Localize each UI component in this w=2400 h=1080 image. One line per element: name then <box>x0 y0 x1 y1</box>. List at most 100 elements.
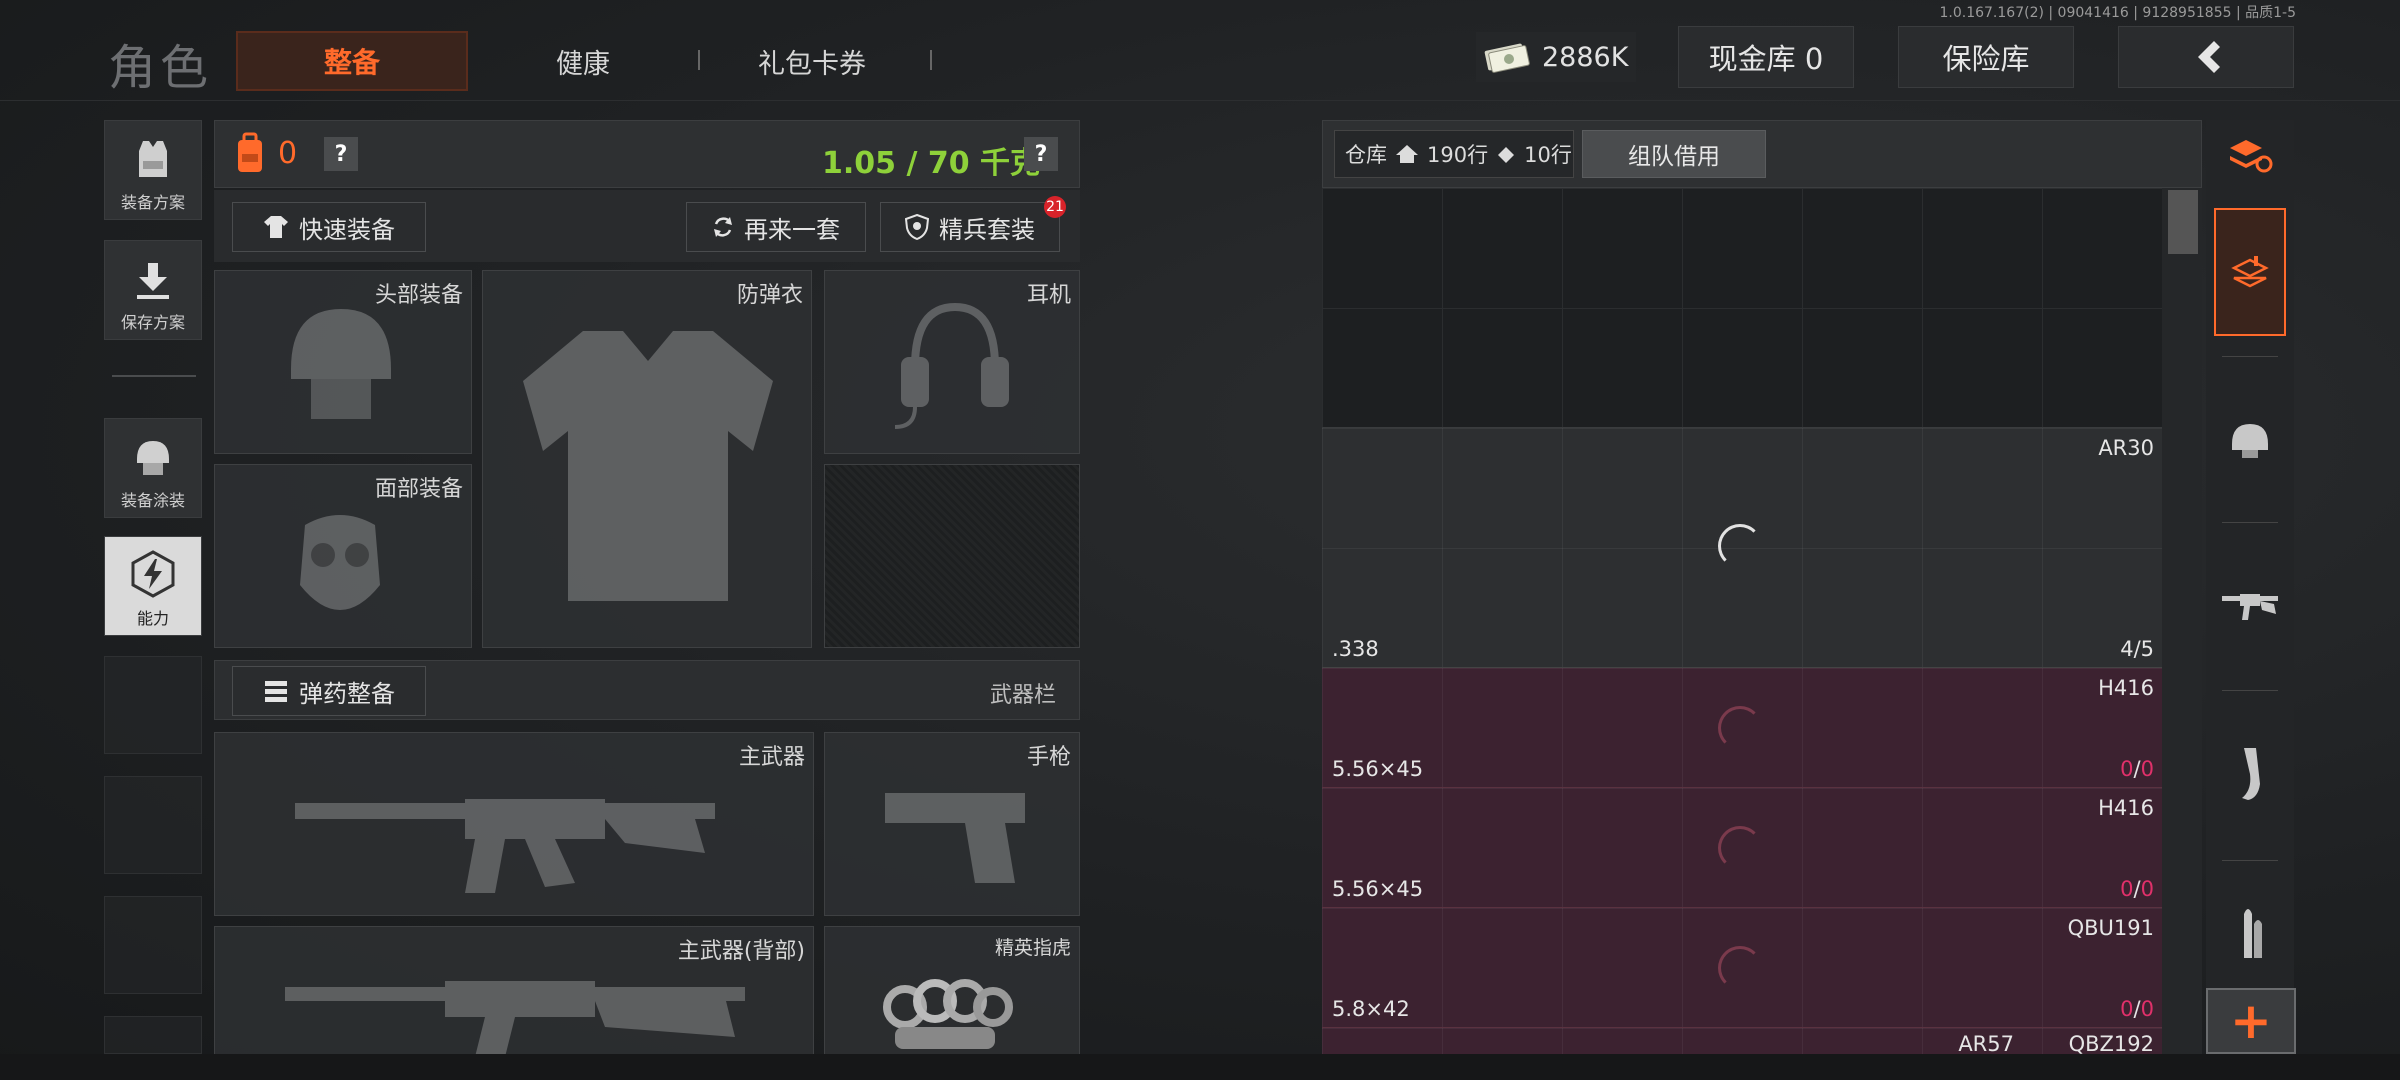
loading-spinner-icon <box>1718 524 1762 568</box>
sidebar-divider <box>112 375 196 377</box>
cash-vault-button[interactable]: 现金库 0 <box>1678 26 1854 88</box>
slot-label: 头部装备 <box>374 283 463 308</box>
quick-equip-button[interactable]: 快速装备 <box>232 202 426 252</box>
sidebar-item-label: 装备方案 <box>120 193 185 212</box>
headset-slot[interactable]: 耳机 <box>824 270 1080 454</box>
sort-button[interactable] <box>2214 128 2286 184</box>
filter-ammo[interactable] <box>2214 884 2286 984</box>
slot-label: 防弹衣 <box>736 283 803 308</box>
warehouse-item[interactable]: H416 5.56×45 0/0 <box>1322 788 2162 908</box>
add-filter-button[interactable]: + <box>2206 988 2296 1054</box>
loading-spinner-icon <box>1718 826 1762 870</box>
tab-health[interactable]: 健康 <box>556 42 610 81</box>
locked-slot <box>824 464 1080 648</box>
team-borrow-button[interactable]: 组队借用 <box>1582 130 1766 178</box>
slot-label: 手枪 <box>1026 745 1071 770</box>
filter-all[interactable] <box>2214 208 2286 336</box>
back-weapon-slot[interactable]: 主武器(背部) <box>214 926 814 1056</box>
ammo-equip-button[interactable]: 弹药整备 <box>232 666 426 716</box>
warehouse-item[interactable]: AR57 QBZ192 <box>1322 1028 2162 1054</box>
warehouse-grid[interactable] <box>1322 188 2162 428</box>
tab-loadout[interactable]: 整备 <box>236 31 468 91</box>
item-name: H416 <box>2098 796 2154 820</box>
melee-slot[interactable]: 精英指虎 <box>824 926 1080 1056</box>
filter-weapon[interactable] <box>2214 546 2286 666</box>
sidebar-item-label: 保存方案 <box>120 313 185 332</box>
helmet-icon <box>291 309 391 419</box>
shield-icon <box>905 214 929 240</box>
sidebar-item-ability[interactable]: 能力 <box>104 536 202 636</box>
weight-display: 1.05 / 70 千克 <box>822 146 1041 181</box>
scrollbar-thumb[interactable] <box>2168 190 2198 254</box>
warehouse-item[interactable]: QBU191 5.8×42 0/0 <box>1322 908 2162 1028</box>
magazine-icon <box>2242 748 2260 800</box>
warehouse-item[interactable]: AR30 .338 4/5 <box>1322 428 2162 668</box>
slot-label: 耳机 <box>1026 283 1071 308</box>
sidebar-empty-slot <box>104 776 202 874</box>
header-divider <box>0 100 2400 101</box>
brass-knuckles-icon <box>883 979 1013 1049</box>
money-amount: 2886K <box>1542 41 1629 73</box>
slot-label: 主武器(背部) <box>677 939 805 964</box>
item-name: QBU191 <box>2067 916 2154 940</box>
tab-gift-cards[interactable]: 礼包卡券 <box>758 42 866 81</box>
ticket-icon <box>1498 147 1515 163</box>
primary-weapon-slot[interactable]: 主武器 <box>214 732 814 916</box>
weapon-bar-label: 武器栏 <box>990 683 1057 708</box>
sidebar-item-loadout-plan[interactable]: 装备方案 <box>104 120 202 220</box>
repeat-set-button[interactable]: 再来一套 <box>686 202 866 252</box>
item-caliber: 5.8×42 <box>1332 997 1410 1021</box>
item-caliber: .338 <box>1332 637 1379 661</box>
warehouse-item[interactable]: H416 5.56×45 0/0 <box>1322 668 2162 788</box>
safe-box-button[interactable]: 保险库 <box>1898 26 2074 88</box>
sidebar-item-save-plan[interactable]: 保存方案 <box>104 240 202 340</box>
page-title: 角色 <box>108 40 213 96</box>
sidebar-item-label: 装备涂装 <box>120 491 185 510</box>
gas-mask-icon <box>300 515 380 610</box>
ammo-equip-label: 弹药整备 <box>299 679 395 708</box>
rifle-icon <box>295 799 715 893</box>
chevron-left-icon <box>2198 41 2220 73</box>
sidebar-item-label: 能力 <box>136 609 169 628</box>
rail-divider <box>2222 860 2278 861</box>
help-button[interactable]: ? <box>324 137 358 171</box>
item-count: 4/5 <box>2120 637 2154 661</box>
version-info: 1.0.167.167(2) | 09041416 | 9128951855 |… <box>1939 5 2297 21</box>
filter-magazine[interactable] <box>2214 714 2286 834</box>
lightning-icon <box>131 550 175 598</box>
vest-icon <box>139 141 167 177</box>
rail-divider <box>2222 690 2278 691</box>
tab-separator <box>698 50 700 70</box>
elite-set-label: 精兵套装 <box>939 215 1035 244</box>
ammo-icon <box>265 681 287 702</box>
helmet-icon <box>2232 424 2268 458</box>
back-button[interactable] <box>2118 26 2294 88</box>
repeat-set-label: 再来一套 <box>744 215 840 244</box>
head-slot[interactable]: 头部装备 <box>214 270 472 454</box>
elite-set-button[interactable]: 精兵套装 <box>880 202 1060 252</box>
filter-helmet[interactable] <box>2214 380 2286 500</box>
sidebar-item-skins[interactable]: 装备涂装 <box>104 418 202 518</box>
pistol-slot[interactable]: 手枪 <box>824 732 1080 916</box>
warehouse-capacity: 仓库 190行 10行 <box>1334 130 1574 178</box>
warehouse-label: 仓库 <box>1345 143 1387 167</box>
loading-spinner-icon <box>1718 706 1762 750</box>
bottom-strip <box>0 1054 2400 1080</box>
rail-divider <box>2222 356 2278 357</box>
pistol-icon <box>885 793 1025 883</box>
helmet-icon <box>137 441 169 475</box>
sidebar-empty-slot <box>104 656 202 754</box>
face-slot[interactable]: 面部装备 <box>214 464 472 648</box>
download-icon <box>137 263 169 299</box>
tab-separator <box>930 50 932 70</box>
backpack-count: 0 <box>278 136 298 171</box>
armor-slot[interactable]: 防弹衣 <box>482 270 812 648</box>
rifle-icon <box>2222 594 2278 620</box>
cash-icon <box>1484 43 1530 73</box>
slot-label: 精英指虎 <box>994 937 1071 959</box>
armor-vest-icon <box>523 331 773 601</box>
warehouse-scrollbar[interactable] <box>2162 188 2202 1054</box>
weight-help-button[interactable]: ? <box>1024 137 1058 171</box>
home-icon <box>1396 145 1418 163</box>
backpack-icon <box>238 132 262 172</box>
